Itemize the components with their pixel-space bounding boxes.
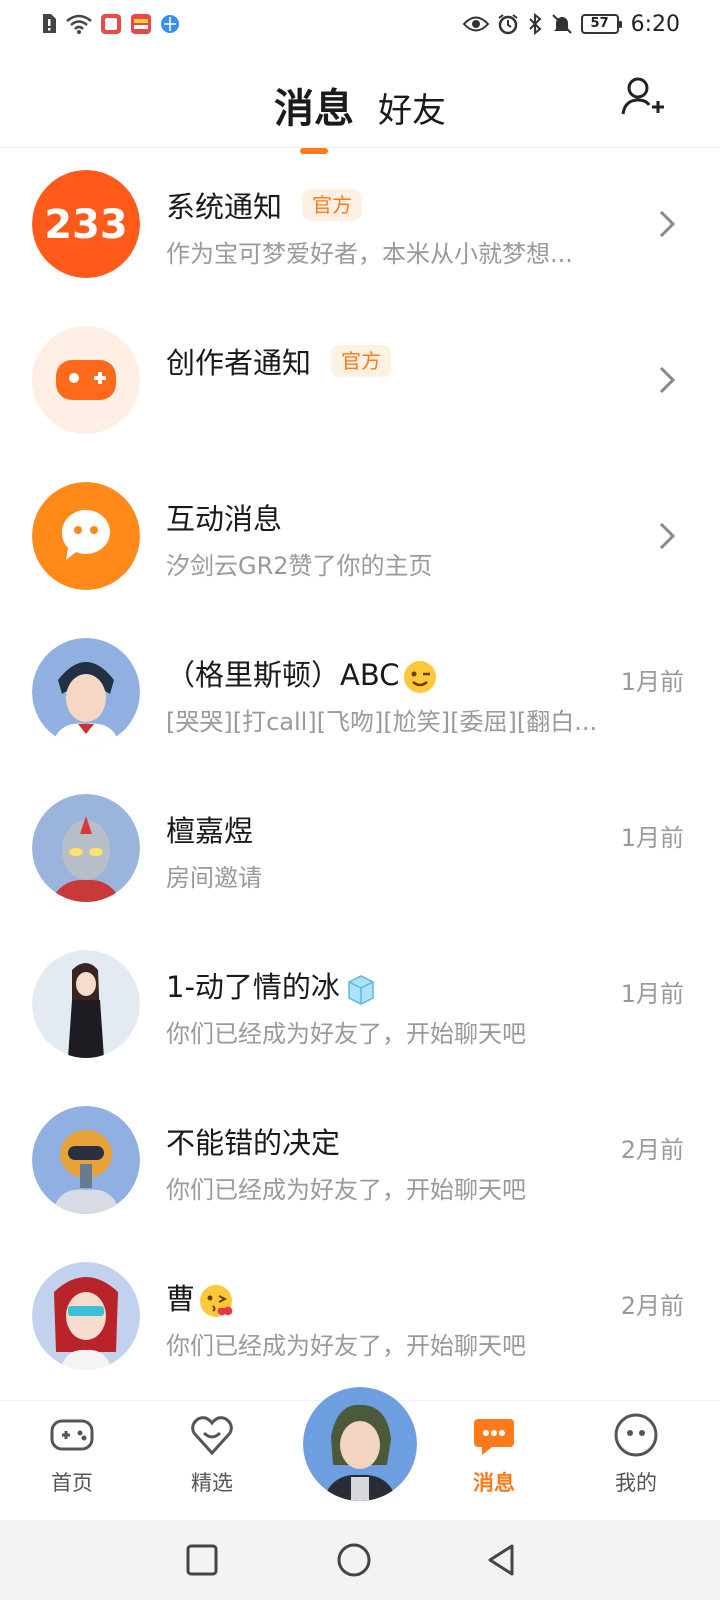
list-item[interactable]: 不能错的决定 你们已经成为好友了，开始聊天吧 2月前: [0, 1086, 720, 1242]
eye-icon: [462, 15, 489, 33]
message-preview: 作为宝可梦爱好者，本米从小就梦想...: [166, 240, 573, 268]
nav-mine[interactable]: 我的: [586, 1411, 686, 1511]
heart-icon: [191, 1416, 233, 1456]
browser-icon: [160, 14, 180, 34]
system-nav-bar: [0, 1520, 720, 1600]
message-preview: [哭哭][打call][飞吻][尬笑][委屈][翻白...: [166, 708, 598, 736]
center-avatar-button[interactable]: [303, 1387, 417, 1501]
conversation-name: （格里斯顿）ABC: [166, 652, 437, 694]
timestamp: 2月前: [620, 1292, 684, 1320]
wink-emoji-icon: [404, 661, 437, 693]
message-list: 233 系统通知 官方 作为宝可梦爱好者，本米从小就梦想... 创作者通知 官方: [0, 150, 720, 1398]
recent-apps-icon[interactable]: [184, 1542, 220, 1578]
kiss-emoji-icon: [200, 1285, 233, 1317]
timestamp: 1月前: [620, 668, 684, 696]
system-logo-avatar: 233: [32, 170, 140, 278]
official-badge: 官方: [302, 189, 363, 221]
sim-alert-icon: [40, 13, 58, 35]
status-bar: 57 6:20: [0, 0, 720, 48]
message-preview: 你们已经成为好友了，开始聊天吧: [166, 1176, 526, 1204]
gamepad-avatar: [32, 326, 140, 434]
conversation-name: 1-动了情的冰: [166, 964, 378, 1006]
app-notification-icon: [100, 13, 122, 35]
timestamp: 1月前: [620, 824, 684, 852]
list-item[interactable]: （格里斯顿）ABC [哭哭][打call][飞吻][尬笑][委屈][翻白... …: [0, 618, 720, 774]
conversation-name: 曹: [166, 1276, 233, 1318]
conversation-name: 创作者通知: [166, 346, 312, 380]
app-notification-icon: [130, 13, 152, 35]
clock: 6:20: [630, 11, 680, 37]
chevron-right-icon: [659, 522, 676, 550]
user-avatar: [32, 1106, 140, 1214]
official-badge: 官方: [331, 345, 392, 377]
nav-mine-label: 我的: [615, 1471, 657, 1495]
timestamp: 1月前: [620, 980, 684, 1008]
back-icon[interactable]: [484, 1542, 520, 1578]
tab-messages[interactable]: 消息: [274, 76, 354, 154]
header: 消息 好友: [0, 48, 720, 154]
user-avatar: [32, 950, 140, 1058]
list-item[interactable]: 檀嘉煜 房间邀请 1月前: [0, 774, 720, 930]
nav-home-label: 首页: [51, 1471, 93, 1495]
conversation-name: 互动消息: [166, 502, 283, 536]
nav-home[interactable]: 首页: [22, 1411, 122, 1511]
nav-featured-label: 精选: [191, 1471, 233, 1495]
message-preview: 房间邀请: [166, 864, 262, 892]
message-preview: 汐剑云GR2赞了你的主页: [166, 552, 433, 580]
tab-bar: 消息 好友: [0, 76, 720, 154]
wifi-icon: [66, 14, 92, 34]
mute-bell-icon: [551, 13, 573, 35]
battery-indicator: 57: [580, 14, 622, 34]
user-avatar: [303, 1387, 417, 1501]
chevron-right-icon: [659, 210, 676, 238]
logo-text: 233: [44, 202, 128, 248]
nav-messages[interactable]: 消息: [444, 1411, 544, 1511]
tab-friends[interactable]: 好友: [378, 83, 446, 134]
conversation-name: 檀嘉煜: [166, 814, 254, 848]
chat-bubble-avatar: [32, 482, 140, 590]
add-friend-icon[interactable]: [620, 74, 666, 120]
conversation-name: 系统通知: [166, 190, 283, 224]
nav-messages-label: 消息: [473, 1471, 515, 1495]
user-avatar: [32, 638, 140, 746]
list-item[interactable]: 1-动了情的冰 你们已经成为好友了，开始聊天吧 1月前: [0, 930, 720, 1086]
message-preview: 你们已经成为好友了，开始聊天吧: [166, 1332, 526, 1360]
timestamp: 2月前: [620, 1136, 684, 1164]
ice-cube-emoji-icon: [348, 975, 374, 1005]
conversation-name: 不能错的决定: [166, 1126, 341, 1160]
chevron-right-icon: [659, 366, 676, 394]
gamepad-icon: [50, 1419, 94, 1451]
user-avatar: [32, 1262, 140, 1370]
nav-featured[interactable]: 精选: [162, 1411, 262, 1511]
home-icon[interactable]: [336, 1542, 372, 1578]
alarm-icon: [497, 13, 519, 35]
list-item[interactable]: 互动消息 汐剑云GR2赞了你的主页: [0, 462, 720, 618]
smile-face-icon: [614, 1413, 658, 1457]
user-avatar: [32, 794, 140, 902]
list-item[interactable]: 233 系统通知 官方 作为宝可梦爱好者，本米从小就梦想...: [0, 150, 720, 306]
list-item[interactable]: 创作者通知 官方: [0, 306, 720, 462]
message-preview: 你们已经成为好友了，开始聊天吧: [166, 1020, 526, 1048]
message-icon: [474, 1419, 514, 1455]
bluetooth-icon: [527, 13, 543, 35]
